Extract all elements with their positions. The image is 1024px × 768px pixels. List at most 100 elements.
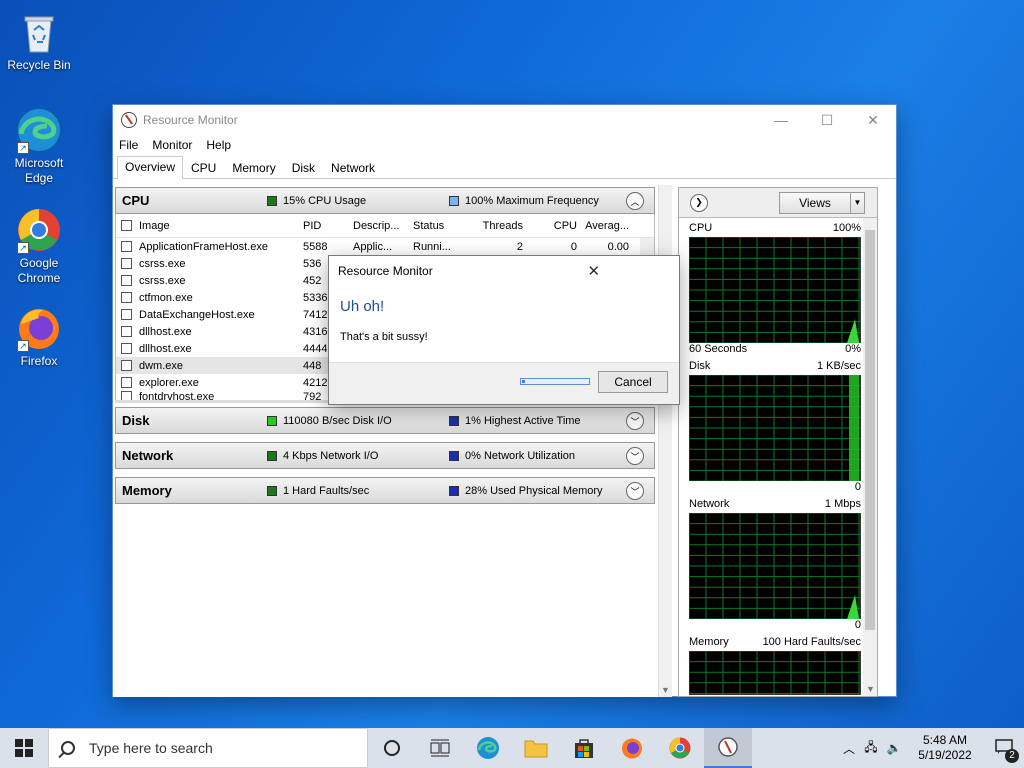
- expand-chevron-icon[interactable]: ﹀: [626, 482, 644, 500]
- col-image[interactable]: Image: [139, 220, 303, 232]
- desktop-icon-firefox[interactable]: ↗ Firefox: [3, 304, 75, 369]
- max-frequency-stat: 100% Maximum Frequency: [449, 195, 599, 207]
- cell-image: DataExchangeHost.exe: [139, 308, 255, 321]
- network-io-stat: 4 Kbps Network I/O: [267, 450, 449, 462]
- col-description[interactable]: Descrip...: [353, 220, 413, 232]
- disk-io-swatch: [267, 415, 277, 426]
- network-icon[interactable]: 🖧: [860, 738, 882, 759]
- desktop-icon-label: Microsoft Edge: [14, 156, 64, 185]
- chrome-icon: ↗: [15, 206, 63, 254]
- notification-center-icon[interactable]: 2: [984, 738, 1024, 763]
- dialog-title: Resource Monitor: [338, 264, 433, 278]
- section-name: Disk: [122, 413, 150, 428]
- edge-icon: [477, 737, 499, 759]
- taskbar-search[interactable]: Type here to search: [48, 728, 368, 768]
- col-cpu[interactable]: CPU: [523, 220, 577, 232]
- cell-image: dllhost.exe: [139, 342, 192, 355]
- col-status[interactable]: Status: [413, 220, 467, 232]
- taskbar-store-button[interactable]: [560, 728, 608, 768]
- collapse-pane-icon[interactable]: ❯: [690, 193, 708, 212]
- menu-monitor[interactable]: Monitor: [152, 138, 192, 152]
- task-view-icon: [430, 739, 450, 757]
- tab-disk[interactable]: Disk: [284, 157, 323, 178]
- taskbar: Type here to search ︿ 🖧 🔈 5:48 AM 5/19/2…: [0, 728, 1024, 768]
- hard-faults-stat: 1 Hard Faults/sec: [267, 485, 449, 497]
- row-checkbox[interactable]: [121, 241, 132, 252]
- graph-header: CPU 100%: [689, 222, 861, 237]
- network-io-swatch: [267, 450, 277, 461]
- col-pid[interactable]: PID: [303, 220, 353, 232]
- cell-image: ctfmon.exe: [139, 291, 193, 304]
- maximize-button[interactable]: ☐: [804, 105, 850, 135]
- taskbar-edge-button[interactable]: [464, 728, 512, 768]
- minimize-button[interactable]: —: [758, 105, 804, 135]
- graph-header: Disk 1 KB/sec: [689, 360, 861, 375]
- menu-help[interactable]: Help: [206, 138, 231, 152]
- tab-memory[interactable]: Memory: [224, 157, 283, 178]
- row-checkbox[interactable]: [121, 275, 132, 286]
- show-hidden-icons-chevron-icon[interactable]: ︿: [838, 740, 860, 757]
- row-checkbox[interactable]: [121, 391, 132, 400]
- start-button[interactable]: [0, 728, 48, 768]
- row-checkbox[interactable]: [121, 377, 132, 388]
- volume-icon[interactable]: 🔈: [882, 741, 906, 755]
- tab-bar: Overview CPU Memory Disk Network: [113, 155, 896, 179]
- collapse-chevron-icon[interactable]: ︿: [626, 192, 644, 210]
- expand-chevron-icon[interactable]: ﹀: [626, 412, 644, 430]
- dialog-close-icon[interactable]: ✕: [509, 262, 680, 280]
- search-placeholder: Type here to search: [89, 740, 213, 756]
- task-view-cortana-button[interactable]: [368, 728, 416, 768]
- tab-cpu[interactable]: CPU: [183, 157, 224, 178]
- taskbar-firefox-button[interactable]: [608, 728, 656, 768]
- desktop-icon-chrome[interactable]: ↗ Google Chrome: [3, 206, 75, 286]
- cpu-section-header[interactable]: CPU 15% CPU Usage 100% Maximum Frequency…: [115, 187, 655, 214]
- memory-section-header[interactable]: Memory 1 Hard Faults/sec 28% Used Physic…: [115, 477, 655, 504]
- window-titlebar[interactable]: Resource Monitor — ☐ ✕: [113, 105, 896, 135]
- memory-graph-canvas: [689, 651, 861, 695]
- desktop-icon-recycle-bin[interactable]: Recycle Bin: [3, 8, 75, 73]
- scroll-down-icon[interactable]: ▼: [661, 685, 670, 695]
- max-frequency-text: 100% Maximum Frequency: [465, 194, 599, 207]
- tab-overview[interactable]: Overview: [117, 156, 184, 179]
- tab-network[interactable]: Network: [323, 157, 383, 178]
- expand-chevron-icon[interactable]: ﹀: [626, 447, 644, 465]
- views-dropdown[interactable]: Views ▼: [779, 192, 865, 214]
- disk-section-header[interactable]: Disk 110080 B/sec Disk I/O 1% Highest Ac…: [115, 407, 655, 434]
- col-threads[interactable]: Threads: [467, 220, 523, 232]
- desktop-icon-edge[interactable]: ↗ Microsoft Edge: [3, 106, 75, 186]
- max-frequency-swatch: [449, 195, 459, 206]
- scrollbar-thumb[interactable]: [865, 230, 875, 630]
- close-button[interactable]: ✕: [850, 105, 896, 135]
- row-checkbox[interactable]: [121, 258, 132, 269]
- graph-header: Network 1 Mbps: [689, 498, 861, 513]
- network-section-header[interactable]: Network 4 Kbps Network I/O 0% Network Ut…: [115, 442, 655, 469]
- notification-count-badge: 2: [1005, 748, 1019, 763]
- select-all-checkbox[interactable]: [121, 220, 132, 231]
- taskbar-chrome-button[interactable]: [656, 728, 704, 768]
- graph-name: Network: [689, 498, 730, 510]
- graph-pane-scrollbar[interactable]: ▼: [863, 218, 877, 696]
- section-name: Memory: [122, 483, 172, 498]
- row-checkbox[interactable]: [121, 343, 132, 354]
- cancel-button[interactable]: Cancel: [598, 371, 668, 393]
- clock[interactable]: 5:48 AM 5/19/2022: [906, 733, 984, 763]
- row-checkbox[interactable]: [121, 360, 132, 371]
- row-checkbox[interactable]: [121, 326, 132, 337]
- taskbar-resource-monitor-button[interactable]: [704, 728, 752, 768]
- dialog-titlebar[interactable]: Resource Monitor ✕: [329, 256, 679, 286]
- cell-image: dwm.exe: [139, 359, 184, 372]
- scroll-down-icon[interactable]: ▼: [866, 684, 875, 694]
- task-view-button[interactable]: [416, 728, 464, 768]
- row-checkbox[interactable]: [121, 309, 132, 320]
- table-row[interactable]: ApplicationFrameHost.exe 5588 Applic... Run…: [116, 238, 654, 255]
- active-time-stat: 1% Highest Active Time: [449, 415, 581, 427]
- dialog-heading: Uh oh!: [340, 298, 385, 315]
- taskbar-file-explorer-button[interactable]: [512, 728, 560, 768]
- col-average[interactable]: Averag...: [577, 220, 629, 232]
- shortcut-arrow-icon: ↗: [17, 242, 29, 254]
- row-checkbox[interactable]: [121, 292, 132, 303]
- menu-bar: File Monitor Help: [113, 135, 896, 155]
- clock-time: 5:48 AM: [922, 733, 968, 747]
- menu-file[interactable]: File: [119, 138, 138, 152]
- disk-io-stat: 110080 B/sec Disk I/O: [267, 415, 449, 427]
